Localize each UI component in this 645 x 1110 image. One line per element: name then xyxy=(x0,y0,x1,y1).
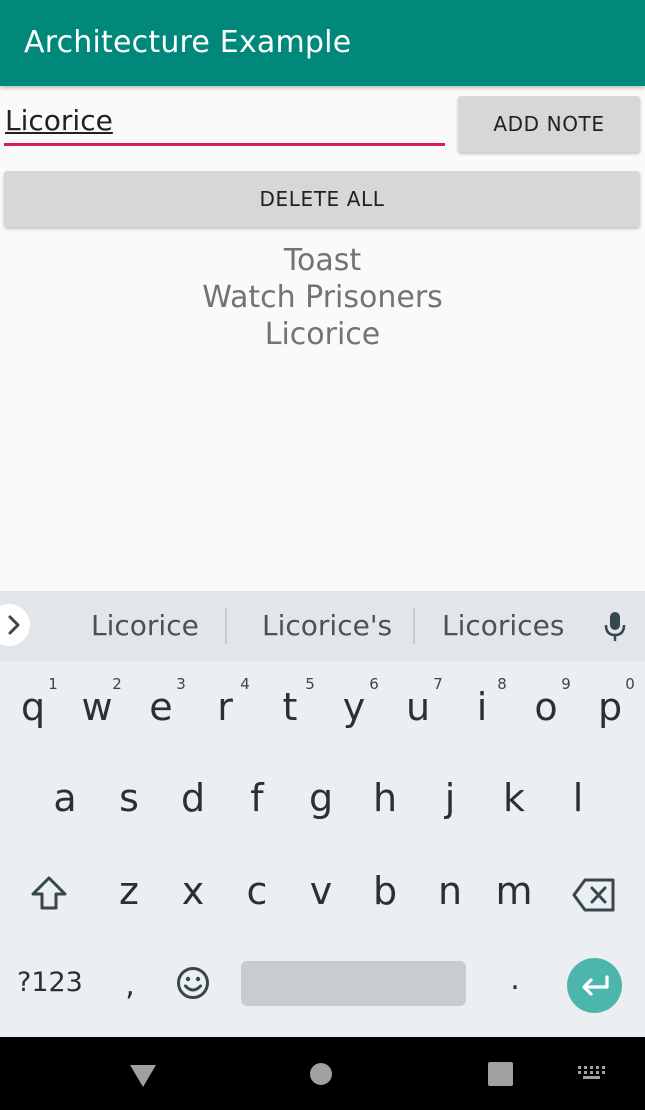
key-d[interactable]: d xyxy=(168,776,218,820)
key-b[interactable]: b xyxy=(360,869,410,913)
enter-key[interactable] xyxy=(567,958,622,1013)
home-icon[interactable] xyxy=(309,1062,333,1086)
key-z[interactable]: z xyxy=(104,869,154,913)
enter-icon xyxy=(581,974,609,996)
list-item: Watch Prisoners xyxy=(202,280,443,315)
key-x[interactable]: x xyxy=(168,869,218,913)
note-input-field[interactable]: Licorice xyxy=(4,96,445,146)
add-note-button[interactable]: ADD NOTE xyxy=(458,96,640,152)
notes-list: Toast Watch Prisoners Licorice xyxy=(0,242,645,353)
back-icon[interactable] xyxy=(129,1064,157,1088)
recents-icon[interactable] xyxy=(488,1062,513,1086)
key-hint: 0 xyxy=(625,675,635,693)
delete-all-button[interactable]: DELETE ALL xyxy=(4,171,640,227)
suggestion-divider xyxy=(225,608,227,644)
key-hint: 2 xyxy=(112,675,122,693)
suggestion-bar: Licorice Licorice's Licorices xyxy=(0,591,645,661)
key-m[interactable]: m xyxy=(489,869,539,913)
key-v[interactable]: v xyxy=(296,869,346,913)
key-a[interactable]: a xyxy=(40,776,90,820)
period-key[interactable]: . xyxy=(503,962,527,997)
key-g[interactable]: g xyxy=(296,776,346,820)
emoji-icon[interactable] xyxy=(176,966,210,1000)
list-item: Licorice xyxy=(264,317,381,352)
key-hint: 6 xyxy=(369,675,379,693)
key-hint: 8 xyxy=(497,675,507,693)
key-j[interactable]: j xyxy=(425,776,475,820)
key-s[interactable]: s xyxy=(104,776,154,820)
space-key[interactable] xyxy=(241,961,466,1006)
suggestion-2[interactable]: Licorice's xyxy=(262,609,392,643)
key-hint: 5 xyxy=(305,675,315,693)
key-k[interactable]: k xyxy=(489,776,539,820)
chevron-right-icon[interactable] xyxy=(0,604,30,646)
symbols-key[interactable]: ?123 xyxy=(17,967,83,998)
list-item: Toast xyxy=(283,243,362,278)
key-c[interactable]: c xyxy=(232,869,282,913)
shift-icon[interactable] xyxy=(29,874,69,914)
backspace-icon[interactable] xyxy=(572,877,616,913)
keyboard-switch-icon[interactable] xyxy=(578,1066,605,1082)
app-bar: Architecture Example xyxy=(0,0,645,86)
key-h[interactable]: h xyxy=(360,776,410,820)
suggestion-3[interactable]: Licorices xyxy=(442,609,564,643)
suggestion-1[interactable]: Licorice xyxy=(91,609,199,643)
suggestion-divider xyxy=(413,608,415,644)
app-title: Architecture Example xyxy=(24,25,352,60)
key-hint: 1 xyxy=(48,675,58,693)
key-hint: 4 xyxy=(240,675,250,693)
note-input-value[interactable]: Licorice xyxy=(5,104,113,138)
key-n[interactable]: n xyxy=(425,869,475,913)
key-l[interactable]: l xyxy=(553,776,603,820)
system-nav-bar xyxy=(0,1037,645,1110)
key-hint: 3 xyxy=(176,675,186,693)
key-f[interactable]: f xyxy=(232,776,282,820)
key-hint: 7 xyxy=(433,675,443,693)
key-hint: 9 xyxy=(561,675,571,693)
comma-key[interactable]: , xyxy=(118,968,142,1003)
mic-icon[interactable] xyxy=(603,611,627,643)
